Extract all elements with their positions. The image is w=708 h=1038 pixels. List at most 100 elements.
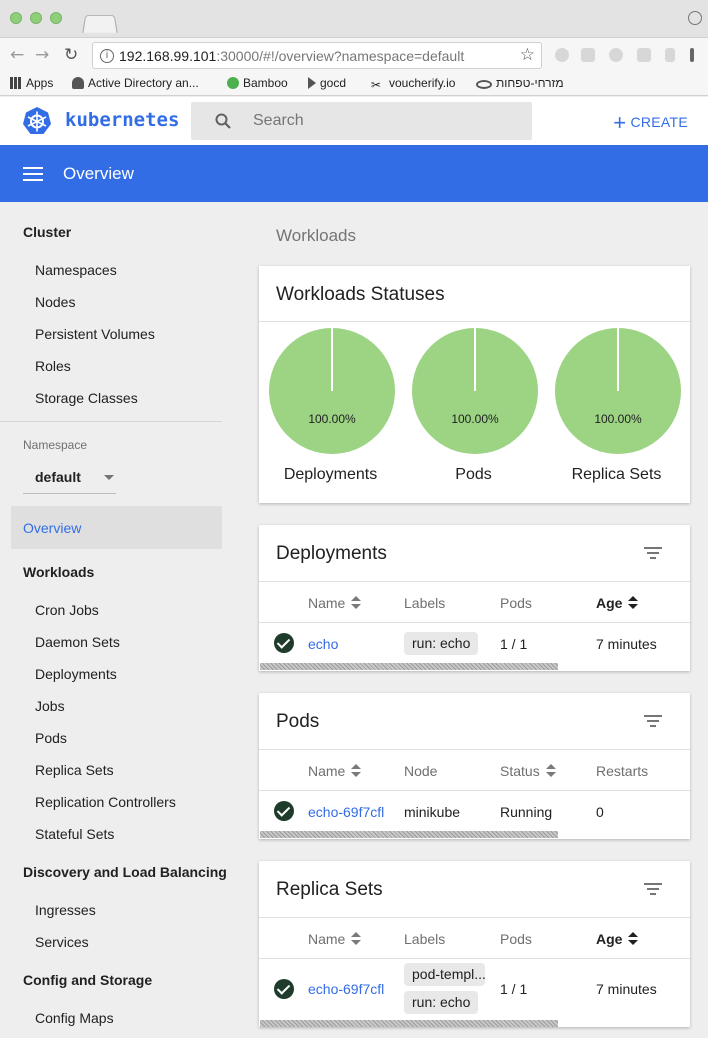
column-header-pods: Pods (500, 595, 532, 611)
sidebar-item-replica-sets[interactable]: Replica Sets (35, 762, 114, 778)
bookmark-apps[interactable]: Apps (10, 76, 53, 90)
search-icon (215, 113, 231, 129)
horizontal-scrollbar[interactable] (260, 1020, 558, 1027)
pod-name-link[interactable]: echo-69f7cfl (308, 804, 384, 820)
browser-menu-icon[interactable] (690, 48, 694, 62)
sidebar-item-cron-jobs[interactable]: Cron Jobs (35, 602, 99, 618)
pie-label-replica-sets: Replica Sets (571, 466, 662, 483)
horizontal-scrollbar[interactable] (260, 831, 558, 838)
label-chip: pod-templ... (404, 963, 485, 986)
pie-label-deployments: Deployments (283, 466, 378, 483)
bookmark-gocd[interactable]: gocd (308, 76, 346, 90)
age-value: 7 minutes (596, 981, 657, 997)
plus-icon: + (613, 110, 627, 135)
reload-icon[interactable]: ↻ (64, 45, 78, 65)
sidebar-heading-config-storage[interactable]: Config and Storage (23, 972, 152, 988)
app-header: kubernetes Search + CREATE (0, 97, 708, 145)
card-divider (259, 581, 690, 582)
card-title: Deployments (276, 543, 387, 564)
kubernetes-logo-icon[interactable] (22, 106, 52, 136)
bookmark-mizrahi[interactable]: מזרחי-טפחות (476, 76, 564, 90)
column-header-age[interactable]: Age (596, 595, 639, 611)
sidebar-item-jobs[interactable]: Jobs (35, 698, 65, 714)
sort-icon (628, 596, 639, 610)
column-header-age[interactable]: Age (596, 931, 639, 947)
sidebar-item-persistent-volumes[interactable]: Persistent Volumes (35, 326, 155, 342)
browser-tab[interactable] (82, 14, 118, 33)
pods-count: 1 / 1 (500, 981, 528, 997)
column-header-pods: Pods (500, 931, 532, 947)
forward-arrow-icon[interactable]: → (35, 45, 49, 65)
pods-count: 1 / 1 (500, 636, 528, 652)
age-value: 7 minutes (596, 636, 657, 652)
card-title: Pods (276, 711, 320, 732)
node-value: minikube (404, 804, 461, 820)
sidebar-item-namespaces[interactable]: Namespaces (35, 262, 117, 278)
sidebar-item-ingresses[interactable]: Ingresses (35, 902, 96, 918)
bookmarks-bar: Apps Active Directory an... Bamboo gocd … (0, 72, 708, 96)
bookmark-voucherify[interactable]: ✂ voucherify.io (371, 76, 455, 92)
sidebar-item-nodes[interactable]: Nodes (35, 294, 75, 310)
cloud-icon (72, 77, 84, 89)
horizontal-scrollbar[interactable] (260, 663, 558, 670)
column-header-name[interactable]: Name (308, 931, 362, 947)
back-arrow-icon[interactable]: ← (10, 45, 24, 65)
bookmark-bamboo[interactable]: Bamboo (227, 76, 288, 90)
column-header-status[interactable]: Status (500, 763, 556, 779)
sidebar-item-replication-controllers[interactable]: Replication Controllers (35, 794, 176, 810)
workloads-statuses-card: Workloads Statuses 100.00% 100.00% 100.0… (259, 266, 690, 503)
sidebar-heading-discovery[interactable]: Discovery and Load Balancing (23, 864, 227, 880)
bookmark-active-directory[interactable]: Active Directory an... (72, 76, 199, 90)
extension-icon[interactable] (555, 48, 569, 62)
close-window-button[interactable] (10, 12, 22, 24)
maximize-window-button[interactable] (50, 12, 62, 24)
address-bar[interactable]: i 192.168.99.101:30000/#!/overview?names… (92, 42, 542, 69)
column-header-name[interactable]: Name (308, 763, 362, 779)
gocd-icon (308, 77, 316, 89)
sidebar-heading-cluster[interactable]: Cluster (23, 224, 71, 240)
row-divider (259, 790, 690, 791)
extension-icon[interactable] (665, 48, 675, 62)
sidebar-item-pods[interactable]: Pods (35, 730, 67, 746)
brand-name[interactable]: kubernetes (65, 109, 179, 131)
sidebar-heading-workloads[interactable]: Workloads (23, 564, 94, 580)
pods-card: Pods Name Node Status Restarts echo-69f7… (259, 693, 690, 839)
title-bar: Overview (0, 145, 708, 202)
info-icon[interactable]: i (100, 49, 114, 63)
filter-icon[interactable] (644, 715, 662, 727)
label-chip: run: echo (404, 991, 479, 1014)
url-text: 192.168.99.101:30000/#!/overview?namespa… (119, 48, 464, 64)
sidebar-item-stateful-sets[interactable]: Stateful Sets (35, 826, 114, 842)
sidebar-item-roles[interactable]: Roles (35, 358, 71, 374)
create-button[interactable]: + CREATE (613, 110, 688, 136)
bamboo-icon (227, 77, 239, 89)
browser-tab-bar (0, 0, 708, 38)
filter-icon[interactable] (644, 883, 662, 895)
bookmark-star-icon[interactable]: ☆ (520, 45, 535, 65)
dropdown-arrow-icon (104, 475, 114, 480)
sidebar-item-storage-classes[interactable]: Storage Classes (35, 390, 138, 406)
filter-icon[interactable] (644, 547, 662, 559)
replica-set-name-link[interactable]: echo-69f7cfl (308, 981, 384, 997)
menu-icon[interactable] (23, 167, 43, 181)
replica-sets-status-pie: 100.00% (555, 328, 681, 454)
extension-icon[interactable] (609, 48, 623, 62)
extension-icon[interactable] (637, 48, 651, 62)
namespace-select[interactable]: default (23, 460, 116, 494)
profile-icon[interactable] (688, 11, 702, 25)
column-header-name[interactable]: Name (308, 595, 362, 611)
column-header-label: Name (308, 595, 346, 611)
sidebar-item-daemon-sets[interactable]: Daemon Sets (35, 634, 120, 650)
search-input[interactable]: Search (191, 102, 532, 140)
sidebar: Cluster Namespaces Nodes Persistent Volu… (0, 202, 236, 1038)
sidebar-item-config-maps[interactable]: Config Maps (35, 1010, 114, 1026)
sidebar-item-overview[interactable]: Overview (11, 506, 222, 549)
sidebar-item-deployments[interactable]: Deployments (35, 666, 117, 682)
column-header-restarts: Restarts (596, 763, 649, 779)
extension-icon[interactable] (581, 48, 595, 62)
sidebar-item-services[interactable]: Services (35, 934, 89, 950)
column-header-label: Age (596, 595, 623, 611)
pie-label-pods: Pods (455, 466, 492, 483)
minimize-window-button[interactable] (30, 12, 42, 24)
deployment-name-link[interactable]: echo (308, 636, 338, 652)
